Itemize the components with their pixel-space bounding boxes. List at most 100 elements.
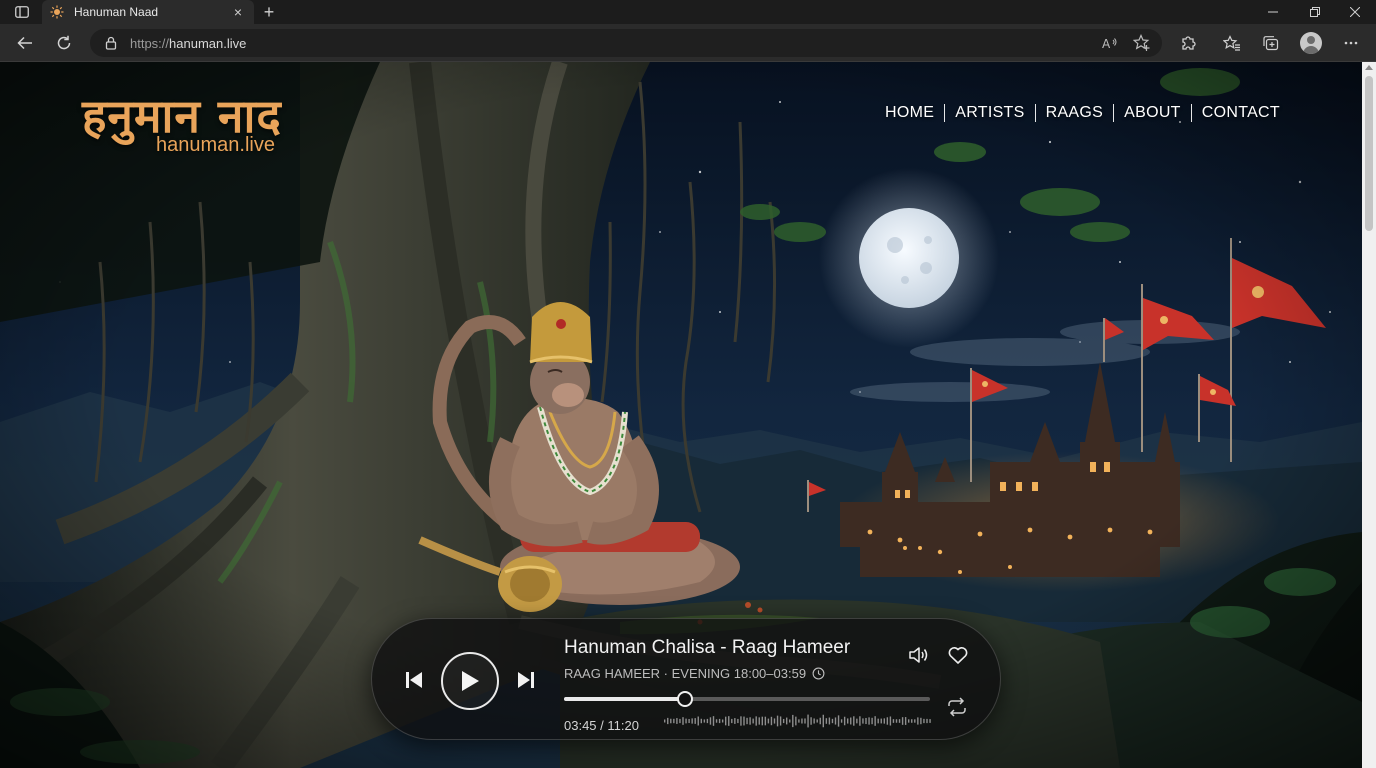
waveform-bar <box>773 718 776 724</box>
avatar[interactable] <box>1300 32 1322 54</box>
svg-text:A: A <box>1102 37 1111 50</box>
waveform-bar <box>731 718 733 724</box>
add-favorite-button[interactable] <box>1130 31 1154 55</box>
waveform-bar <box>868 717 870 725</box>
waveform-bar <box>859 716 861 726</box>
site-logo[interactable]: हनुमान नाद hanuman.live <box>82 90 282 156</box>
more-icon <box>1344 41 1358 45</box>
waveform-bar <box>892 719 895 723</box>
active-tab[interactable]: Hanuman Naad × <box>42 0 254 24</box>
waveform-bar <box>697 716 699 726</box>
lock-icon[interactable] <box>104 36 118 50</box>
reload-button[interactable] <box>51 31 77 55</box>
waveform-bar <box>843 716 846 726</box>
waveform-bar <box>807 714 809 728</box>
waveform-bar <box>664 719 666 723</box>
waveform-bar <box>825 718 828 724</box>
waveform-bar <box>679 718 681 724</box>
waveform-bar <box>862 718 864 724</box>
collections-button[interactable] <box>1259 31 1283 55</box>
back-button[interactable] <box>12 31 38 55</box>
playback-time: 03:45 / 11:20 <box>564 718 639 733</box>
play-button[interactable] <box>441 652 499 710</box>
raag-time-label: RAAG HAMEER · EVENING 18:00–03:59 <box>564 666 807 681</box>
waveform-bar <box>813 718 815 724</box>
waveform-bar <box>712 716 715 726</box>
waveform-bar <box>908 719 910 723</box>
waveform-bar <box>691 718 693 724</box>
nav-about[interactable]: ABOUT <box>1124 104 1181 122</box>
audio-player: Hanuman Chalisa - Raag Hameer RAAG HAMEE… <box>371 618 1001 740</box>
waveform-bar <box>895 719 898 723</box>
puzzle-icon <box>1182 36 1196 50</box>
page-viewport: हनुमान नाद hanuman.live HOME ARTISTS RAA… <box>0 62 1362 768</box>
waveform-bar <box>715 719 718 723</box>
track-meta: RAAG HAMEER · EVENING 18:00–03:59 <box>564 666 825 681</box>
waveform-bar <box>901 717 904 725</box>
seek-handle[interactable] <box>676 691 693 707</box>
sidebar-icon <box>15 6 29 18</box>
waveform-bar <box>709 717 712 725</box>
page-scrollbar[interactable] <box>1362 62 1376 768</box>
waveform-visualizer <box>664 714 931 728</box>
settings-menu-button[interactable] <box>1339 31 1363 55</box>
waveform-bar <box>706 718 709 724</box>
previous-track-button[interactable] <box>402 668 426 692</box>
minimize-button[interactable] <box>1250 0 1296 24</box>
waveform-bar <box>779 716 782 726</box>
waveform-bar <box>728 716 730 726</box>
waveform-bar <box>758 717 760 725</box>
collections-icon <box>1263 36 1279 51</box>
waveform-bar <box>755 716 757 726</box>
nav-contact[interactable]: CONTACT <box>1202 104 1280 122</box>
waveform-bar <box>694 718 696 724</box>
volume-button[interactable] <box>907 643 931 667</box>
waveform-bar <box>874 716 876 726</box>
nav-raags[interactable]: RAAGS <box>1046 104 1104 122</box>
favorites-button[interactable] <box>1220 31 1244 55</box>
seek-progress <box>564 697 685 701</box>
waveform-bar <box>767 718 770 724</box>
nav-artists[interactable]: ARTISTS <box>955 104 1024 122</box>
waveform-bar <box>850 717 852 725</box>
waveform-bar <box>883 718 885 724</box>
waveform-bar <box>761 716 763 726</box>
waveform-bar <box>786 717 788 725</box>
waveform-bar <box>914 719 916 723</box>
seek-bar[interactable] <box>564 691 930 707</box>
waveform-bar <box>764 716 767 726</box>
address-bar[interactable]: https://hanuman.live <box>90 29 1162 57</box>
scroll-up-arrow[interactable] <box>1365 65 1373 70</box>
waveform-bar <box>923 718 925 724</box>
scrollbar-thumb[interactable] <box>1365 76 1373 231</box>
repeat-button[interactable] <box>946 696 970 720</box>
nav-home[interactable]: HOME <box>885 104 934 122</box>
waveform-bar <box>810 717 812 725</box>
tab-actions-button[interactable] <box>8 3 36 21</box>
om-sun-icon <box>50 5 64 19</box>
next-track-button[interactable] <box>514 668 538 692</box>
read-aloud-button[interactable]: A <box>1098 31 1122 55</box>
heart-icon <box>948 647 968 664</box>
tab-close-button[interactable]: × <box>230 4 246 20</box>
waveform-bar <box>703 719 706 723</box>
browser-toolbar: https://hanuman.live A <box>0 24 1376 62</box>
waveform-bar <box>886 717 889 725</box>
close-window-button[interactable] <box>1332 0 1376 24</box>
waveform-bar <box>782 718 785 724</box>
favorites-icon <box>1223 35 1240 51</box>
tab-strip: Hanuman Naad × + <box>0 0 1376 24</box>
main-nav: HOME ARTISTS RAAGS ABOUT CONTACT <box>885 104 1280 122</box>
nav-divider <box>1034 104 1036 122</box>
nav-divider <box>944 104 946 122</box>
arrow-left-icon <box>17 36 32 50</box>
repeat-icon <box>948 697 966 717</box>
waveform-bar <box>819 717 821 725</box>
url-text: https://hanuman.live <box>130 36 246 51</box>
new-tab-button[interactable]: + <box>258 2 280 22</box>
favorite-button[interactable] <box>946 643 970 667</box>
waveform-bar <box>889 716 892 726</box>
waveform-bar <box>929 719 931 723</box>
waveform-bar <box>865 717 867 725</box>
extensions-button[interactable] <box>1176 31 1200 55</box>
